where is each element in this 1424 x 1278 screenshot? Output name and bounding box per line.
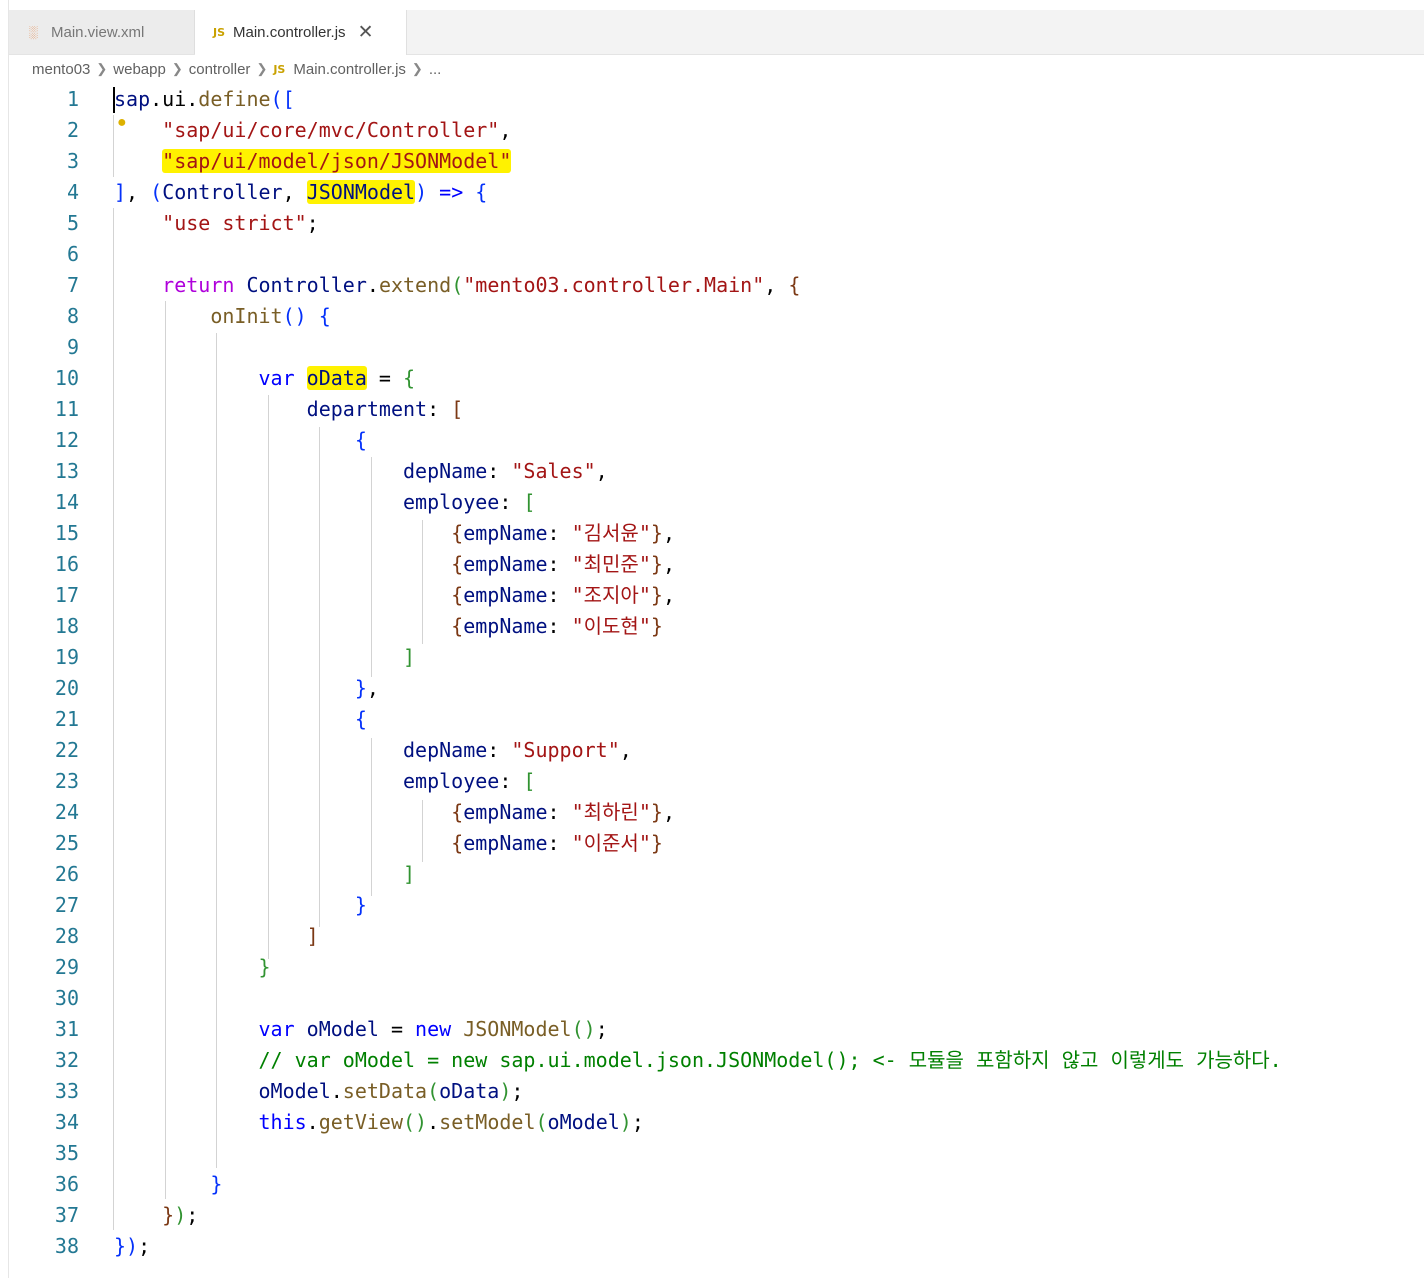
code-line: 20 }, — [54, 676, 379, 700]
highlighted-text: "sap/ui/model/json/JSONModel" — [162, 149, 512, 173]
tab-main-controller-js[interactable]: JS Main.controller.js ✕ — [195, 10, 407, 55]
code-line: 30 — [54, 986, 79, 1010]
code-line: 16 {empName: "최민준"}, — [54, 552, 675, 576]
code-line: 15 {empName: "김서윤"}, — [54, 521, 675, 545]
code-line: 13 depName: "Sales", — [54, 459, 608, 483]
code-line: 19 ] — [54, 645, 416, 669]
js-file-icon: JS — [213, 26, 226, 39]
chevron-right-icon: ❯ — [411, 61, 423, 76]
code-line: 27 } — [54, 893, 367, 917]
breadcrumb-item[interactable]: webapp — [113, 61, 166, 78]
js-file-icon: JS — [273, 62, 286, 76]
code-line: 34 this.getView().setModel(oModel); — [54, 1110, 644, 1134]
code-line: 38}); — [54, 1234, 151, 1258]
breadcrumb-item[interactable]: Main.controller.js — [293, 61, 406, 78]
tab-label: Main.controller.js — [233, 24, 346, 41]
code-line: 2 "sap/ui/core/mvc/Controller", — [66, 118, 512, 142]
code-line: 6 — [66, 242, 79, 266]
tab-bar: ░ Main.view.xml JS Main.controller.js ✕ — [9, 10, 1424, 55]
code-line: 11 department: [ — [54, 397, 464, 421]
code-line: 12 { — [54, 428, 367, 452]
code-line: 35 — [54, 1141, 79, 1165]
tab-label: Main.view.xml — [51, 23, 145, 41]
code-line: 26 ] — [54, 862, 416, 886]
code-line: 36 } — [54, 1172, 223, 1196]
code-line: 29 } — [54, 955, 271, 979]
code-line: 24 {empName: "최하린"}, — [54, 800, 675, 824]
code-line: 32 // var oModel = new sap.ui.model.json… — [54, 1048, 1282, 1072]
highlighted-text: JSONModel — [306, 180, 416, 204]
code-line: 9 — [66, 335, 79, 359]
breadcrumb-item[interactable]: mento03 — [32, 61, 90, 78]
code-line: 37 }); — [54, 1203, 199, 1227]
breadcrumb-item[interactable]: controller — [189, 61, 251, 78]
code-line: 31 var oModel = new JSONModel(); — [54, 1017, 608, 1041]
code-line: 7 return Controller.extend("mento03.cont… — [66, 273, 801, 297]
code-line: 1 sap.ui.define([ — [66, 87, 295, 111]
code-line: 33 oModel.setData(oData); — [54, 1079, 524, 1103]
code-line: 10 var oData = { — [54, 366, 416, 390]
code-line: 17 {empName: "조지아"}, — [54, 583, 675, 607]
code-line: 23 employee: [ — [54, 769, 536, 793]
code-line: 25 {empName: "이준서"} — [54, 831, 663, 855]
code-line: 22 depName: "Support", — [54, 738, 632, 762]
code-line: 5 "use strict"; — [66, 211, 319, 235]
code-editor[interactable]: 1 sap.ui.define([ 2 "sap/ui/core/mvc/Cont… — [9, 84, 1424, 1278]
breadcrumb: mento03 ❯ webapp ❯ controller ❯ JS Main.… — [32, 57, 441, 81]
code-comment: // var oModel = new sap.ui.model.json.JS… — [258, 1048, 1282, 1072]
code-line: 28 ] — [54, 924, 319, 948]
code-line: 21 { — [54, 707, 367, 731]
code-line: 14 employee: [ — [54, 490, 536, 514]
close-icon[interactable]: ✕ — [358, 21, 374, 44]
chevron-right-icon: ❯ — [256, 61, 268, 76]
chevron-right-icon: ❯ — [96, 61, 108, 76]
breadcrumb-item[interactable]: ... — [429, 61, 442, 78]
xml-file-icon: ░ — [29, 25, 38, 39]
code-line: 18 {empName: "이도현"} — [54, 614, 663, 638]
tab-main-view-xml[interactable]: ░ Main.view.xml — [9, 10, 195, 54]
code-line: 3 "sap/ui/model/json/JSONModel" — [66, 149, 512, 173]
chevron-right-icon: ❯ — [171, 61, 183, 76]
code-line: 8 onInit() { — [66, 304, 331, 328]
code-line: 4], (Controller, JSONModel) => { — [66, 180, 488, 204]
highlighted-text: oData — [306, 366, 367, 390]
